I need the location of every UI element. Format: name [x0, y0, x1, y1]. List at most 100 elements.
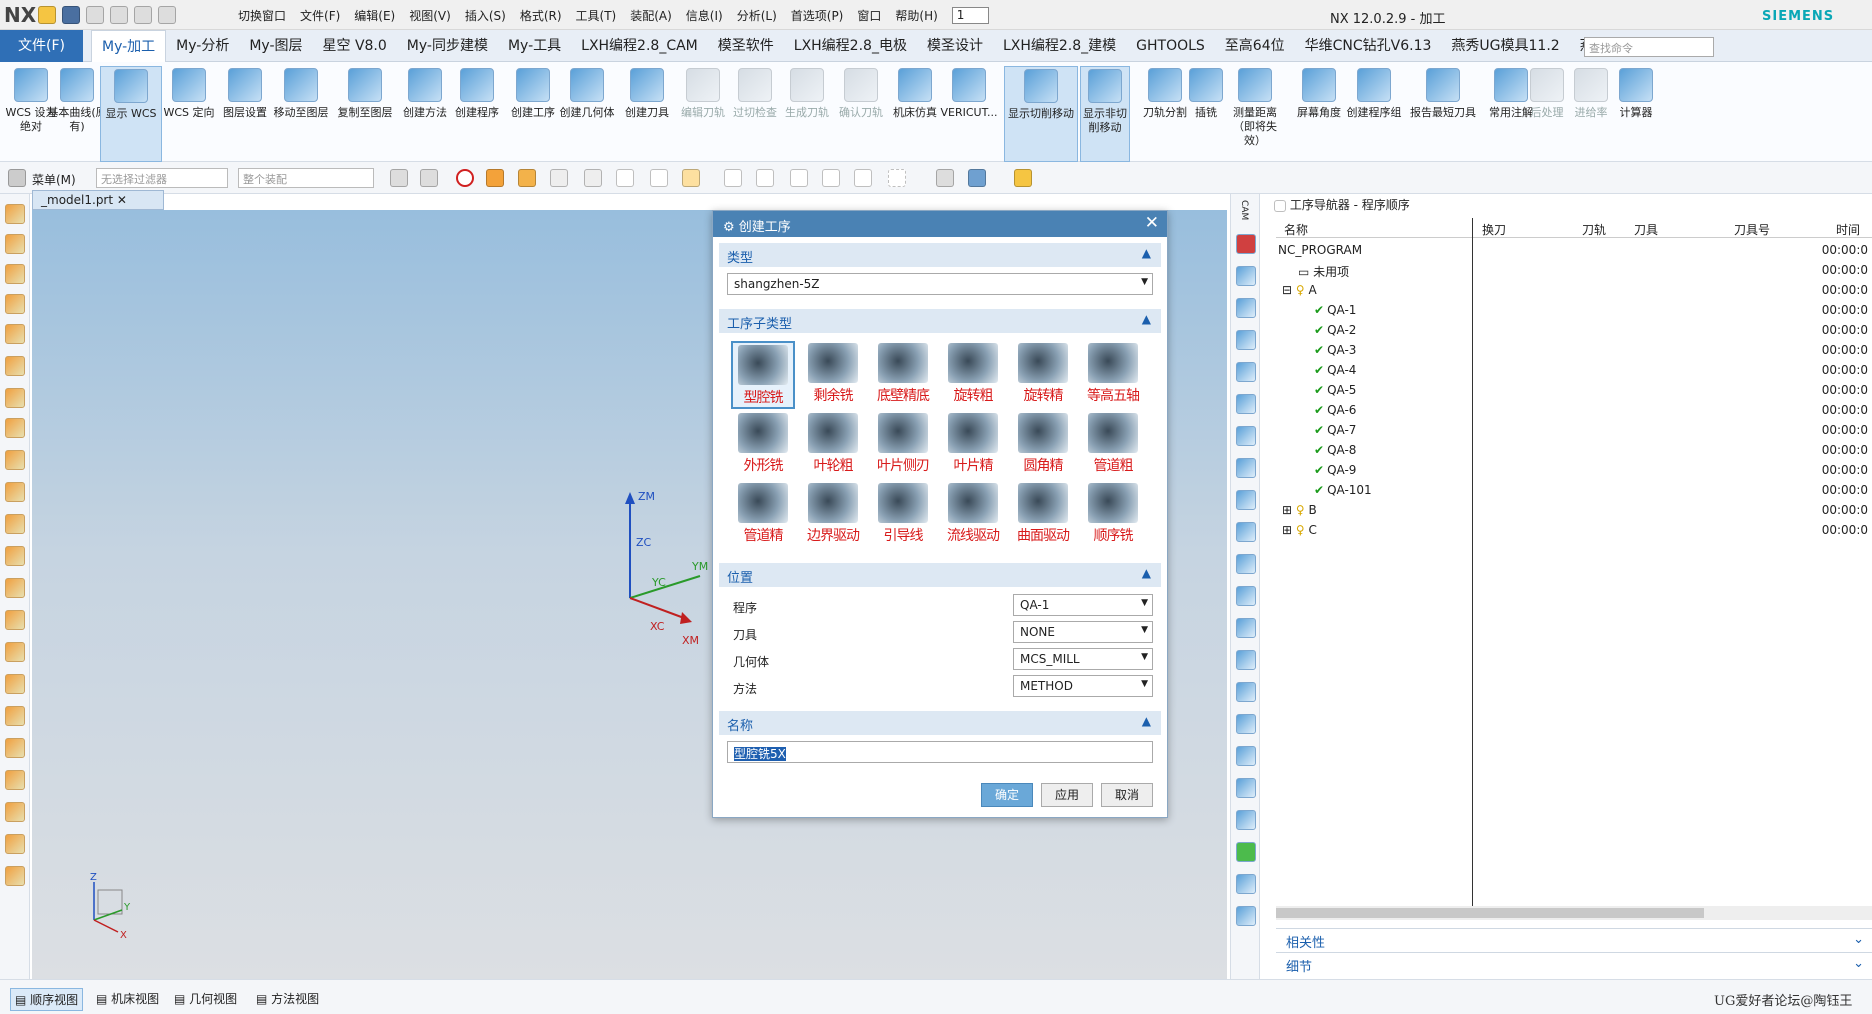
ribbon-button[interactable]: 创建几何体: [556, 66, 618, 120]
dialog-title-bar[interactable]: ⚙ 创建工序: [713, 211, 1167, 237]
subtype-rest-mill[interactable]: 剩余铣: [801, 341, 865, 409]
subtype-tube-finish[interactable]: 管道精: [731, 481, 795, 549]
tab-huawei-cnc[interactable]: 华维CNC钻孔V6.13: [1295, 30, 1442, 62]
ribbon-button[interactable]: VERICUT...: [938, 66, 1000, 120]
face-icon[interactable]: [518, 169, 536, 187]
no-entry-icon[interactable]: [456, 169, 474, 187]
section-details[interactable]: 细节 ⌄: [1276, 952, 1872, 975]
tree-row[interactable]: ✔ QA-5 00:00:0: [1276, 380, 1872, 400]
cube-icon[interactable]: [584, 169, 602, 187]
tab-my-analysis[interactable]: My-分析: [166, 30, 239, 62]
tree-row[interactable]: ✔ QA-1 00:00:0: [1276, 300, 1872, 320]
anchor-icon[interactable]: [5, 264, 25, 284]
window-number-select[interactable]: 1: [951, 7, 990, 24]
cut-icon[interactable]: [110, 6, 128, 24]
col-tool[interactable]: 刀具: [1634, 221, 1658, 238]
menu-help[interactable]: 帮助(H): [895, 7, 937, 24]
wave-icon[interactable]: [5, 674, 25, 694]
glasses-icon[interactable]: [5, 738, 25, 758]
expand-icon[interactable]: ⊞: [1282, 503, 1292, 517]
menu-window[interactable]: 窗口: [857, 7, 881, 24]
hexagon-icon[interactable]: [822, 169, 840, 187]
box-icon[interactable]: [5, 706, 25, 726]
solid-body-icon[interactable]: [486, 169, 504, 187]
curve-icon[interactable]: [616, 169, 634, 187]
col-path[interactable]: 刀轨: [1582, 221, 1606, 238]
sketch-icon[interactable]: [5, 204, 25, 224]
menu-analysis[interactable]: 分析(L): [737, 7, 777, 24]
subtype-tube-rough[interactable]: 管道粗: [1081, 411, 1145, 479]
ribbon-button[interactable]: 创建工序: [502, 66, 564, 120]
subtype-boundary-drive[interactable]: 边界驱动: [801, 481, 865, 549]
tool-library-icon[interactable]: [1236, 426, 1256, 446]
reuse-library-icon[interactable]: [1236, 490, 1256, 510]
copy-icon[interactable]: [134, 6, 152, 24]
program-select[interactable]: QA-1 ▼: [1013, 594, 1153, 616]
ribbon-button[interactable]: 创建程序: [446, 66, 508, 120]
ribbon-button[interactable]: 进给率: [1570, 66, 1612, 120]
history-icon[interactable]: [1236, 330, 1256, 350]
tab-my-machining[interactable]: My-加工: [90, 29, 167, 62]
section-location[interactable]: 位置 ▲: [719, 563, 1161, 587]
highlight-icon[interactable]: [1014, 169, 1032, 187]
feature-icon[interactable]: [5, 324, 25, 344]
subtype-guide-curve[interactable]: 引导线: [871, 481, 935, 549]
menu-file[interactable]: 文件(F): [300, 7, 340, 24]
undo-icon[interactable]: [86, 6, 104, 24]
tab-my-layer[interactable]: My-图层: [239, 30, 312, 62]
tab-geometry-view[interactable]: ▤ 几何视图: [170, 988, 241, 1009]
subtype-rotary-rough[interactable]: 旋转粗: [941, 341, 1005, 409]
tree-row[interactable]: ✔ QA-8 00:00:0: [1276, 440, 1872, 460]
ribbon-button[interactable]: 图层设置: [214, 66, 276, 120]
spline-icon[interactable]: [5, 418, 25, 438]
menu-tools[interactable]: 工具(T): [576, 7, 617, 24]
apply-button[interactable]: 应用: [1041, 783, 1093, 807]
tree-row[interactable]: ⊞ ♀ B 00:00:0: [1276, 500, 1872, 520]
tab-xingkong[interactable]: 星空 V8.0: [313, 30, 397, 62]
dimension-icon[interactable]: [5, 514, 25, 534]
ribbon-button[interactable]: 复制至图层: [334, 66, 396, 120]
menu-format[interactable]: 格式(R): [520, 7, 562, 24]
ribbon-button[interactable]: 计算器: [1612, 66, 1660, 120]
operation-navigator-icon[interactable]: [1236, 234, 1256, 254]
col-tool-change[interactable]: 换刀: [1482, 221, 1506, 238]
tab-my-tools[interactable]: My-工具: [498, 30, 571, 62]
part-navigator-icon[interactable]: [1236, 298, 1256, 318]
tab-zhigao[interactable]: 至高64位: [1215, 30, 1295, 62]
web-browser-icon[interactable]: [1236, 522, 1256, 542]
selection-scope-select[interactable]: 整个装配: [238, 168, 374, 188]
col-name[interactable]: 名称: [1284, 221, 1308, 238]
line-icon[interactable]: [5, 388, 25, 408]
ribbon-button[interactable]: WCS 定向: [158, 66, 220, 120]
ribbon-button[interactable]: 显示切削移动: [1004, 66, 1078, 162]
assembly-icon[interactable]: [5, 770, 25, 790]
subtype-profile-mill[interactable]: 外形铣: [731, 411, 795, 479]
ribbon-button[interactable]: 创建刀具: [616, 66, 678, 120]
section-subtype[interactable]: 工序子类型 ▲: [719, 309, 1161, 333]
tab-mosheng-design[interactable]: 模圣设计: [917, 30, 993, 62]
ribbon-button[interactable]: 基本曲线(原有): [46, 66, 108, 134]
menu-view[interactable]: 视图(V): [409, 7, 451, 24]
intersection-icon[interactable]: [790, 169, 808, 187]
tree-row[interactable]: ✔ QA-2 00:00:0: [1276, 320, 1872, 340]
ribbon-button[interactable]: 移动至图层: [270, 66, 332, 120]
subtype-blade-finish[interactable]: 叶片精: [941, 411, 1005, 479]
assembly-navigator-icon[interactable]: [1236, 266, 1256, 286]
snap-icon[interactable]: [390, 169, 408, 187]
subtype-zlevel-5axis[interactable]: 等高五轴: [1081, 341, 1145, 409]
menu-info[interactable]: 信息(I): [686, 7, 723, 24]
tree-icon[interactable]: [1236, 650, 1256, 670]
material-icon[interactable]: [1236, 906, 1256, 926]
constraint-icon[interactable]: [1236, 394, 1256, 414]
ribbon-button[interactable]: 确认刀轨: [830, 66, 892, 120]
surface-icon[interactable]: [5, 482, 25, 502]
annotation-a-icon[interactable]: [5, 578, 25, 598]
tool-select[interactable]: NONE ▼: [1013, 621, 1153, 643]
tree-row[interactable]: ✔ QA-3 00:00:0: [1276, 340, 1872, 360]
view-cube-icon[interactable]: [968, 169, 986, 187]
datum-icon[interactable]: [5, 234, 25, 254]
tab-lxh-cam[interactable]: LXH编程2.8_CAM: [571, 30, 708, 62]
collapse-icon[interactable]: ⊟: [1282, 283, 1292, 297]
tree-row[interactable]: ✔ QA-6 00:00:0: [1276, 400, 1872, 420]
subtype-impeller-rough[interactable]: 叶轮粗: [801, 411, 865, 479]
